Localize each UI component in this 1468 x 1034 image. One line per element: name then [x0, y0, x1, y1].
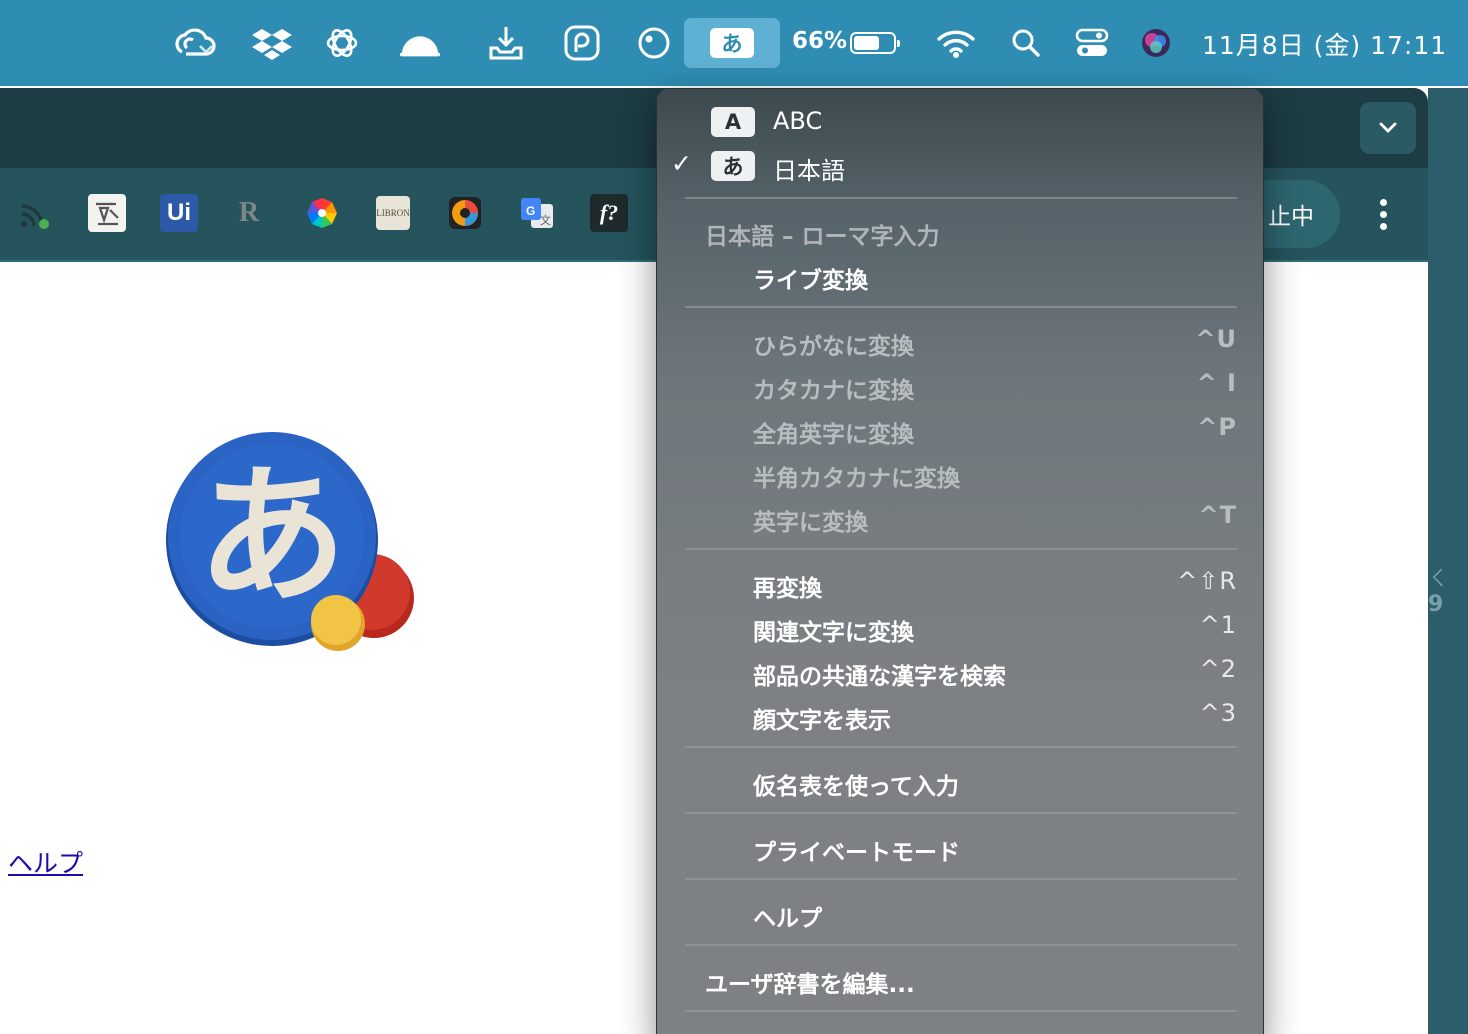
- r-extension-icon[interactable]: R: [230, 194, 268, 232]
- shortcut: ^U: [1195, 325, 1237, 353]
- shortcut: ^1: [1199, 611, 1237, 639]
- pin-extension-icon[interactable]: [88, 194, 126, 232]
- menu-item-private-mode[interactable]: プライベートモード: [657, 827, 1263, 867]
- ime-indicator: あ: [710, 28, 754, 58]
- battery-icon[interactable]: [850, 32, 900, 54]
- menu-item-convert-alphabet[interactable]: 英字に変換 ^T: [657, 497, 1263, 537]
- background-window-edge: ㄑ 9: [1428, 88, 1468, 1034]
- libron-extension-icon[interactable]: LIBRON: [376, 196, 410, 230]
- input-source-label: 日本語: [773, 157, 845, 185]
- menu-separator: [685, 1010, 1237, 1012]
- download-icon[interactable]: [484, 21, 528, 65]
- palette-extension-icon[interactable]: [446, 194, 484, 232]
- input-method-menu-button[interactable]: あ: [684, 18, 780, 68]
- abc-source-chip: A: [711, 107, 755, 137]
- menu-separator: [685, 746, 1237, 748]
- input-source-japanese[interactable]: ✓ あ 日本語: [657, 149, 1263, 189]
- tab-list-button[interactable]: [1360, 102, 1416, 154]
- help-link[interactable]: ヘルプ: [8, 844, 83, 880]
- dropbox-icon[interactable]: [250, 21, 294, 65]
- menu-separator: [685, 878, 1237, 880]
- section-header: 日本語 – ローマ字入力: [705, 224, 940, 250]
- shortcut: ^P: [1197, 413, 1237, 441]
- menu-separator: [685, 306, 1237, 308]
- input-source-label: ABC: [773, 107, 823, 135]
- menu-item-kana-table[interactable]: 仮名表を使って入力: [657, 761, 1263, 801]
- more-menu-icon[interactable]: [1370, 196, 1398, 232]
- menu-separator: [685, 944, 1237, 946]
- font-extension-icon[interactable]: f?: [590, 194, 628, 232]
- shortcut: ^2: [1199, 655, 1237, 683]
- color-wheel-extension-icon[interactable]: [303, 194, 341, 232]
- pcloud-icon[interactable]: [560, 21, 604, 65]
- chatgpt-icon[interactable]: [320, 21, 364, 65]
- ui-extension-icon[interactable]: Ui: [160, 194, 198, 232]
- menu-separator: [685, 197, 1237, 199]
- menu-item-convert-halfwidth-katakana[interactable]: 半角カタカナに変換: [657, 453, 1263, 493]
- battery-level-fill: [854, 36, 879, 50]
- menu-separator: [685, 812, 1237, 814]
- menu-item-reconvert[interactable]: 再変換 ^⇧R: [657, 563, 1263, 603]
- battery-percent: 66%: [792, 28, 848, 54]
- japanese-source-chip: あ: [711, 151, 755, 181]
- google-translate-extension-icon[interactable]: G文: [518, 194, 556, 232]
- google-japanese-input-logo: あ: [160, 432, 420, 662]
- shortcut: ^3: [1199, 699, 1237, 727]
- shortcut: ^⇧R: [1177, 567, 1237, 595]
- shortcut: ^ I: [1196, 369, 1237, 397]
- menu-item-convert-hiragana[interactable]: ひらがなに変換 ^U: [657, 321, 1263, 361]
- input-source-abc[interactable]: A ABC: [657, 105, 1263, 145]
- wifi-icon[interactable]: [934, 21, 978, 65]
- menu-item-help[interactable]: ヘルプ: [657, 893, 1263, 933]
- sync-paused-label: 止中: [1268, 204, 1314, 230]
- search-icon[interactable]: [1004, 21, 1048, 65]
- rss-extension-icon[interactable]: [16, 194, 54, 232]
- menu-item-edit-user-dictionary[interactable]: ユーザ辞書を編集...: [657, 959, 1263, 999]
- control-center-icon[interactable]: [1070, 21, 1114, 65]
- menu-item-convert-fullwidth[interactable]: 全角英字に変換 ^P: [657, 409, 1263, 449]
- menu-separator: [685, 548, 1237, 550]
- shortcut: ^T: [1198, 501, 1237, 529]
- svg-text:文: 文: [540, 213, 551, 227]
- menu-item-related-characters[interactable]: 関連文字に変換 ^1: [657, 607, 1263, 647]
- cloud-icon[interactable]: [398, 21, 442, 65]
- siri-icon[interactable]: [1134, 21, 1178, 65]
- menu-item-live-conversion[interactable]: ライブ変換: [657, 255, 1263, 295]
- menu-item-convert-katakana[interactable]: カタカナに変換 ^ I: [657, 365, 1263, 405]
- checkmark-icon: ✓: [671, 149, 692, 178]
- svg-text:G: G: [526, 204, 535, 218]
- creative-cloud-icon[interactable]: [172, 21, 216, 65]
- circle-status-icon[interactable]: [632, 21, 676, 65]
- chevron-down-icon: [1379, 122, 1397, 133]
- menubar-clock[interactable]: 11月8日 (金) 17:11: [1202, 26, 1447, 62]
- input-method-menu: A ABC ✓ あ 日本語 日本語 – ローマ字入力 ライブ変換 ひらがなに変換…: [656, 88, 1264, 1034]
- menu-item-kanji-search[interactable]: 部品の共通な漢字を検索 ^2: [657, 651, 1263, 691]
- menu-bar: あ 66% 11月8日 (金) 17:11: [0, 0, 1468, 86]
- menu-item-emoticons[interactable]: 顔文字を表示 ^3: [657, 695, 1263, 735]
